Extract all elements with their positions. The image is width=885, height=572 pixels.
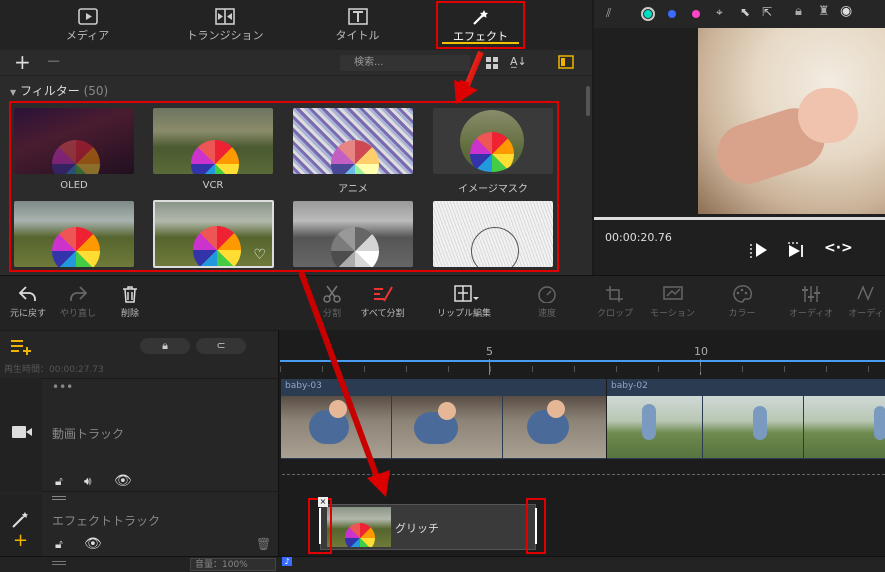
- app-window: メディア トランジション タイトル エフェクト + − 検索... A̲↓ ▼ …: [0, 0, 885, 572]
- annotation-arrows: [298, 50, 484, 497]
